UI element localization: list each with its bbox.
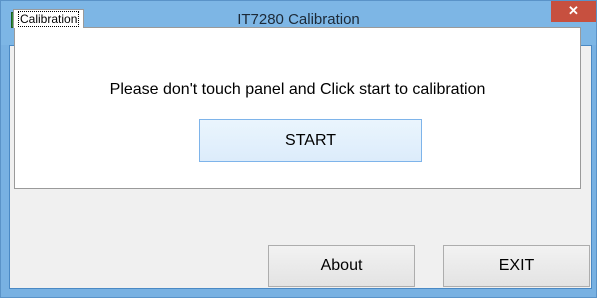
tab-calibration[interactable]: Calibration (13, 9, 85, 28)
app-window: IT7280 Calibration ✕ Calibration Please … (0, 0, 597, 298)
tab-label: Calibration (17, 11, 80, 27)
instruction-text: Please don't touch panel and Click start… (109, 81, 486, 98)
calibration-panel: Please don't touch panel and Click start… (14, 27, 581, 189)
exit-button[interactable]: EXIT (443, 245, 590, 287)
about-button[interactable]: About (268, 245, 415, 287)
close-button[interactable]: ✕ (551, 1, 596, 22)
start-button[interactable]: START (199, 119, 422, 162)
close-icon: ✕ (568, 3, 579, 18)
